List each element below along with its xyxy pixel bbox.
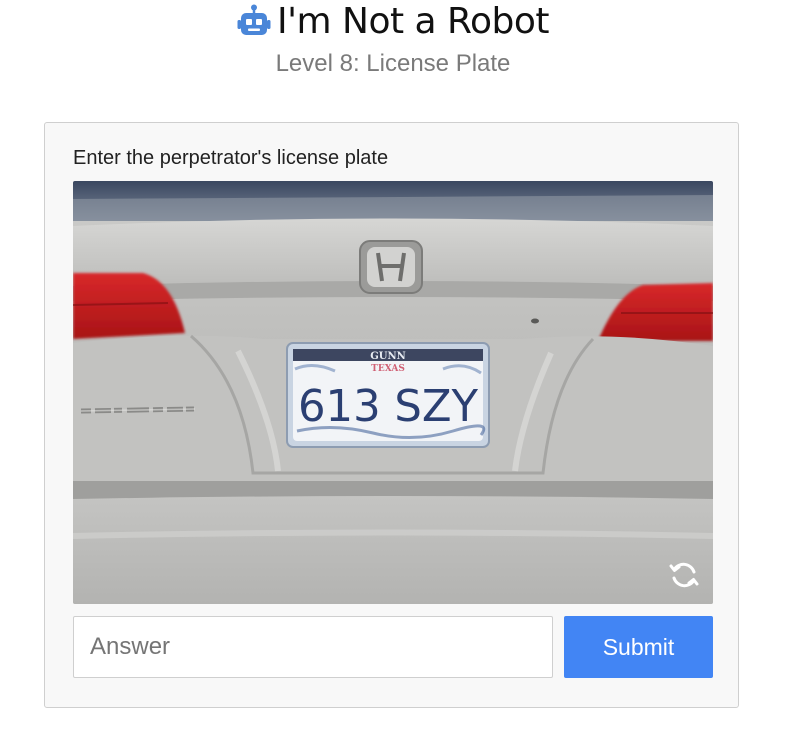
- plate-state-text: TEXAS: [371, 364, 405, 374]
- page: I'm Not a Robot Level 8: License Plate E…: [0, 0, 786, 740]
- robot-icon: [237, 4, 271, 40]
- app-title: I'm Not a Robot: [277, 1, 549, 42]
- refresh-icon[interactable]: [667, 558, 701, 592]
- submit-button[interactable]: Submit: [564, 616, 713, 678]
- answer-input[interactable]: [73, 616, 553, 678]
- plate-number-text: 613 SZY: [298, 381, 479, 432]
- challenge-prompt: Enter the perpetrator's license plate: [73, 147, 389, 169]
- plate-dealer-text: GUNN: [370, 351, 406, 362]
- challenge-card: Enter the perpetrator's license plate GU…: [44, 122, 739, 708]
- challenge-image: GUNN TEXAS 613 SZY: [73, 181, 713, 604]
- title-row: I'm Not a Robot: [0, 0, 786, 44]
- level-subtitle: Level 8: License Plate: [275, 50, 511, 77]
